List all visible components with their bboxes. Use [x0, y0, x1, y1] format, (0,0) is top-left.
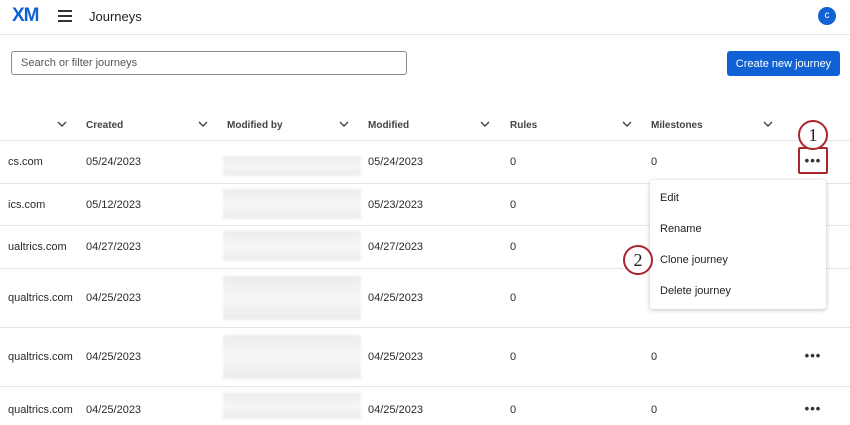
- modified-cell: 05/23/2023: [368, 199, 424, 211]
- step-callout-2: 2: [623, 245, 653, 275]
- redacted-modified-by: [223, 189, 361, 219]
- modified-cell: 04/25/2023: [368, 351, 424, 363]
- row-actions-button[interactable]: •••: [802, 402, 824, 416]
- menu-item-rename[interactable]: Rename: [660, 223, 702, 235]
- rules-cell: 0: [510, 156, 517, 168]
- row-divider: [0, 327, 850, 328]
- menu-item-clone-journey[interactable]: Clone journey: [660, 254, 728, 266]
- redacted-modified-by: [223, 335, 361, 379]
- modified-cell: 05/24/2023: [368, 156, 424, 168]
- menu-item-delete-journey[interactable]: Delete journey: [660, 285, 731, 297]
- create-new-journey-button[interactable]: Create new journey: [727, 51, 840, 76]
- milestones-cell: 0: [651, 351, 658, 363]
- created-cell: 04/25/2023: [86, 292, 142, 304]
- rules-cell: 0: [510, 292, 517, 304]
- created-cell: 04/25/2023: [86, 404, 142, 416]
- column-header-modified[interactable]: Modified: [368, 120, 409, 131]
- redacted-modified-by: [223, 393, 361, 419]
- actions-highlight-box: [798, 147, 828, 174]
- menu-item-edit[interactable]: Edit: [660, 192, 679, 204]
- column-header-modified-by[interactable]: Modified by: [227, 120, 283, 131]
- row-context-menu: Edit Rename Clone journey Delete journey: [650, 180, 826, 309]
- rules-cell: 0: [510, 199, 517, 211]
- column-header-milestones[interactable]: Milestones: [651, 120, 703, 131]
- chevron-down-icon[interactable]: [763, 119, 773, 129]
- journey-owner-cell: ics.com: [8, 199, 46, 211]
- created-cell: 04/27/2023: [86, 241, 142, 253]
- milestones-cell: 0: [651, 404, 658, 416]
- redacted-modified-by: [223, 231, 361, 261]
- redacted-modified-by: [223, 156, 361, 176]
- modified-cell: 04/25/2023: [368, 292, 424, 304]
- journey-owner-cell: qualtrics.com: [8, 404, 73, 416]
- search-input[interactable]: [11, 51, 407, 75]
- step-callout-1: 1: [798, 120, 828, 150]
- created-cell: 05/24/2023: [86, 156, 142, 168]
- redacted-modified-by: [223, 276, 361, 320]
- hamburger-menu-icon[interactable]: [58, 10, 72, 22]
- milestones-cell: 0: [651, 156, 658, 168]
- row-actions-button[interactable]: •••: [802, 349, 824, 363]
- chevron-down-icon[interactable]: [57, 119, 67, 129]
- column-header-rules[interactable]: Rules: [510, 120, 537, 131]
- user-avatar[interactable]: c: [818, 7, 836, 25]
- rules-cell: 0: [510, 241, 517, 253]
- xm-logo[interactable]: XM: [12, 5, 39, 27]
- row-divider: [0, 140, 850, 141]
- created-cell: 04/25/2023: [86, 351, 142, 363]
- journey-owner-cell: ualtrics.com: [8, 241, 67, 253]
- journey-owner-cell: cs.com: [8, 156, 43, 168]
- journey-owner-cell: qualtrics.com: [8, 292, 73, 304]
- chevron-down-icon[interactable]: [339, 119, 349, 129]
- column-header-created[interactable]: Created: [86, 120, 123, 131]
- rules-cell: 0: [510, 351, 517, 363]
- modified-cell: 04/25/2023: [368, 404, 424, 416]
- chevron-down-icon[interactable]: [622, 119, 632, 129]
- rules-cell: 0: [510, 404, 517, 416]
- chevron-down-icon[interactable]: [198, 119, 208, 129]
- page-title: Journeys: [89, 9, 142, 24]
- created-cell: 05/12/2023: [86, 199, 142, 211]
- row-divider: [0, 386, 850, 387]
- top-bar: XM Journeys c: [0, 0, 850, 35]
- chevron-down-icon[interactable]: [480, 119, 490, 129]
- journey-owner-cell: qualtrics.com: [8, 351, 73, 363]
- modified-cell: 04/27/2023: [368, 241, 424, 253]
